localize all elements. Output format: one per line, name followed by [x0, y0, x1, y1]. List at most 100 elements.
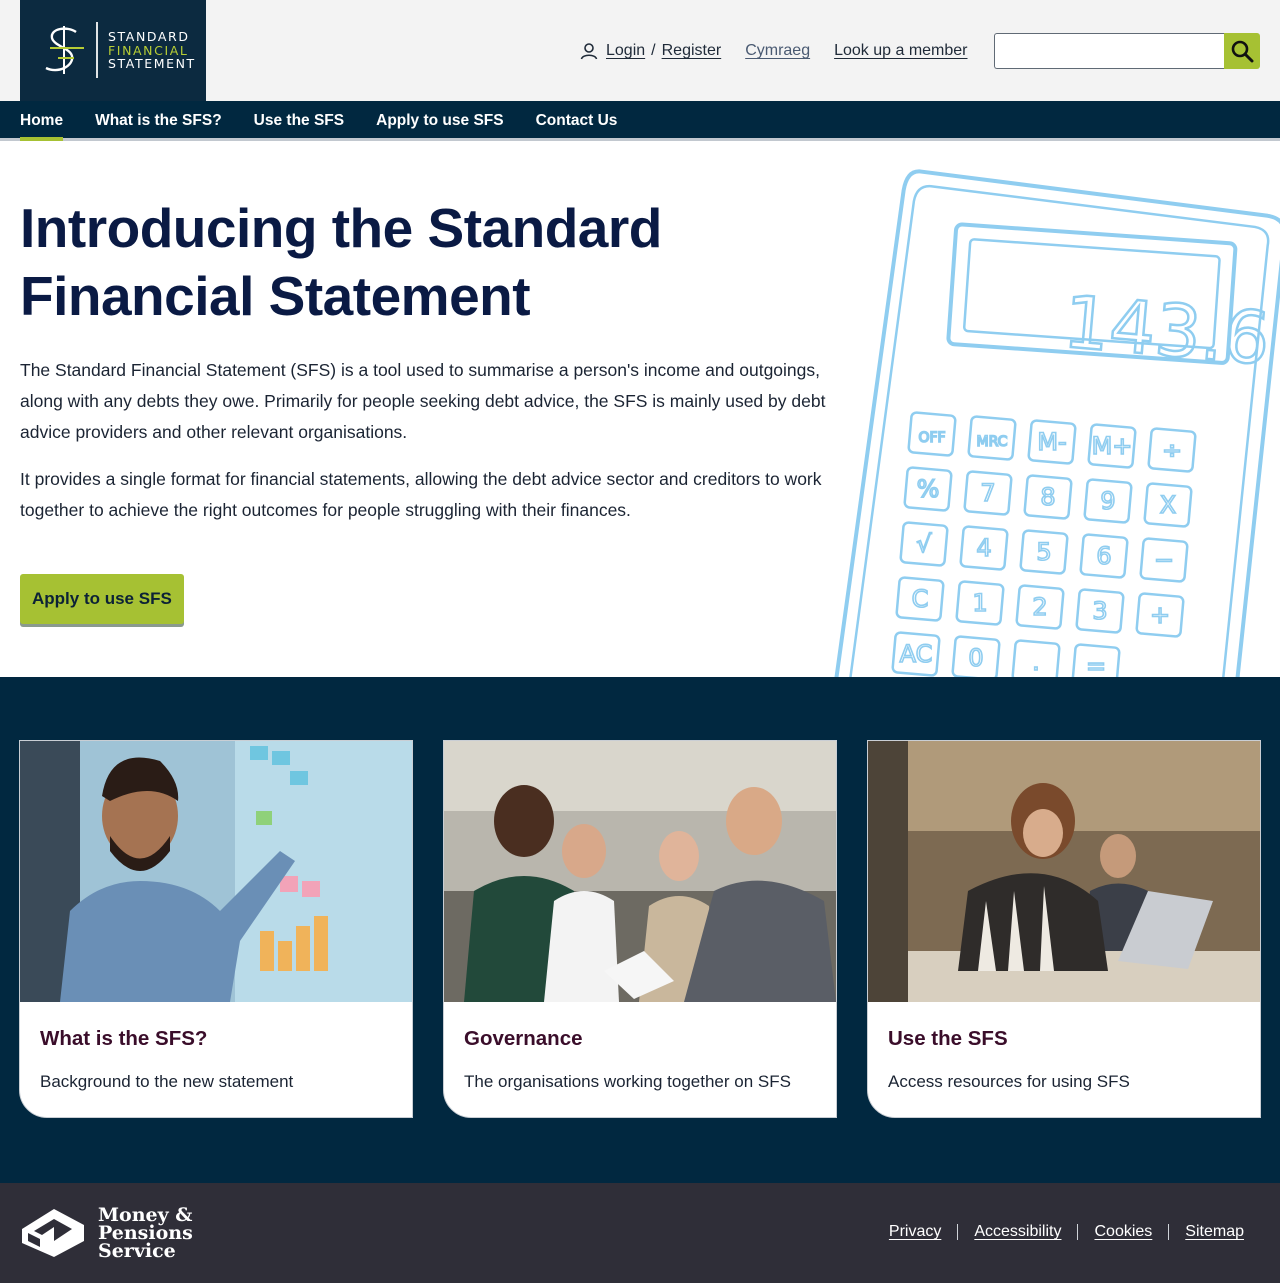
calculator-key: 6 [1079, 533, 1129, 579]
nav-item-use-sfs[interactable]: Use the SFS [254, 101, 344, 141]
svg-text:−: − [1154, 546, 1174, 574]
svg-text:MRC: MRC [977, 434, 1008, 450]
card-title: What is the SFS? [40, 1027, 208, 1050]
card-description: Access resources for using SFS [888, 1072, 1130, 1091]
money-pensions-service-logo[interactable]: Money & Pensions Service [20, 1205, 193, 1261]
calculator-key: 2 [1015, 584, 1065, 630]
footer-link-sitemap[interactable]: Sitemap [1185, 1223, 1244, 1241]
search-button[interactable] [1224, 33, 1260, 69]
card-image-woman-laptop [868, 741, 1260, 1002]
nav-item-home[interactable]: Home [20, 101, 64, 141]
calculator-key: X [1143, 482, 1193, 528]
svg-text:4: 4 [976, 534, 991, 562]
purpose-paragraph: It provides a single format for financia… [20, 469, 822, 520]
site-header: STANDARD FINANCIAL STATEMENT Login / Reg… [0, 0, 1280, 101]
intro-paragraph: The Standard Financial Statement (SFS) i… [20, 360, 826, 442]
calculator-key: − [1139, 537, 1189, 583]
search-input[interactable] [994, 33, 1224, 69]
svg-text:8: 8 [1040, 483, 1055, 511]
group-discussion-photo [444, 741, 836, 1002]
calculator-illustration: OFF MRC M- M+ ÷% 7 8 9 X √ 4 5 6 − C 1 2 3 + AC 0. = 143.6 [830, 169, 1280, 677]
calculator-key: MRC [967, 415, 1017, 461]
svg-text:7: 7 [980, 479, 995, 507]
card-title: Use the SFS [888, 1027, 1008, 1050]
register-link[interactable]: Register [662, 42, 722, 60]
footer-divider [1077, 1224, 1079, 1240]
svg-text:%: % [917, 475, 940, 503]
footer-link-cookies[interactable]: Cookies [1094, 1223, 1152, 1241]
calculator-key: 0 [951, 635, 1001, 677]
card-governance[interactable]: Governance The organisations working tog… [443, 740, 837, 1118]
hero-section: Introducing the Standard Financial State… [0, 144, 1280, 677]
card-use-sfs[interactable]: Use the SFS Access resources for using S… [867, 740, 1261, 1118]
footer-divider [957, 1224, 959, 1240]
svg-text:9: 9 [1100, 487, 1115, 515]
man-whiteboard-photo [20, 741, 412, 1002]
page-title-line-2: Financial Statement [20, 265, 531, 327]
svg-text:X: X [1160, 491, 1176, 519]
svg-text:0: 0 [968, 644, 983, 672]
card-image-man-at-whiteboard [20, 741, 412, 1002]
mps-wordmark: Money & Pensions Service [98, 1206, 193, 1262]
calculator-key: C [895, 576, 945, 622]
card-title: Governance [464, 1027, 583, 1050]
svg-text:OFF: OFF [918, 430, 945, 446]
calculator-display-value: 143.6 [1060, 279, 1273, 381]
logo-line-statement: STATEMENT [108, 56, 196, 71]
card-description: Background to the new statement [40, 1072, 294, 1091]
site-search [994, 33, 1260, 69]
card-what-is-sfs[interactable]: What is the SFS? Background to the new s… [19, 740, 413, 1118]
card-description: The organisations working together on SF… [464, 1072, 791, 1091]
mps-house-icon [22, 1209, 84, 1257]
calculator-key: 7 [963, 470, 1013, 516]
svg-text:÷: ÷ [1162, 436, 1182, 464]
calculator-key: OFF [907, 411, 957, 457]
svg-text:3: 3 [1092, 597, 1107, 625]
logo-line-financial: FINANCIAL [108, 42, 189, 58]
footer-link-privacy[interactable]: Privacy [889, 1223, 941, 1241]
calculator-key: 3 [1075, 588, 1125, 634]
user-icon [580, 43, 598, 60]
main-nav: Home What is the SFS? Use the SFS Apply … [0, 101, 1280, 141]
footer-links: Privacy Accessibility Cookies Sitemap [889, 1223, 1244, 1241]
nav-item-what-is-sfs[interactable]: What is the SFS? [95, 101, 222, 141]
svg-text:C: C [912, 585, 929, 613]
svg-text:+: + [1150, 601, 1170, 629]
logo-divider [96, 22, 98, 78]
calculator-key: + [1135, 592, 1185, 638]
look-up-member-link[interactable]: Look up a member [834, 42, 967, 60]
svg-text:M+: M+ [1092, 432, 1133, 460]
site-footer: Money & Pensions Service Privacy Accessi… [0, 1183, 1280, 1283]
logo-line-standard: STANDARD [108, 29, 190, 44]
svg-text:M-: M- [1037, 428, 1066, 456]
utility-links: Login / Register Cymraeg Look up a membe… [580, 40, 968, 62]
svg-text:.: . [1032, 648, 1040, 676]
svg-text:5: 5 [1036, 538, 1051, 566]
svg-text:2: 2 [1032, 593, 1047, 621]
calculator-key: M+ [1087, 423, 1137, 469]
svg-text:√: √ [916, 530, 932, 558]
apply-to-use-sfs-button[interactable]: Apply to use SFS [20, 574, 184, 624]
nav-item-contact[interactable]: Contact Us [536, 101, 618, 141]
sfs-logo[interactable]: STANDARD FINANCIAL STATEMENT [20, 0, 206, 101]
card-image-group-discussion [444, 741, 836, 1002]
calculator-key: 5 [1019, 529, 1069, 575]
login-link[interactable]: Login [606, 42, 645, 60]
login-register-separator: / [651, 42, 656, 59]
calculator-key: ÷ [1147, 427, 1197, 473]
page-title: Introducing the Standard Financial State… [20, 194, 780, 330]
svg-text:=: = [1086, 652, 1106, 677]
woman-laptop-photo [868, 741, 1260, 1002]
feature-cards-section: What is the SFS? Background to the new s… [0, 677, 1280, 1183]
mps-line-service: Service [98, 1240, 176, 1262]
footer-link-accessibility[interactable]: Accessibility [974, 1223, 1061, 1241]
search-icon [1231, 40, 1254, 63]
calculator-key: = [1071, 643, 1121, 677]
calculator-key: 4 [959, 525, 1009, 571]
calculator-key: . [1011, 639, 1061, 677]
cymraeg-link[interactable]: Cymraeg [745, 42, 810, 60]
sfs-monogram-icon [45, 26, 84, 74]
logo-wordmark: STANDARD FINANCIAL STATEMENT [108, 30, 196, 71]
svg-text:1: 1 [972, 589, 987, 617]
nav-item-apply[interactable]: Apply to use SFS [376, 101, 503, 141]
